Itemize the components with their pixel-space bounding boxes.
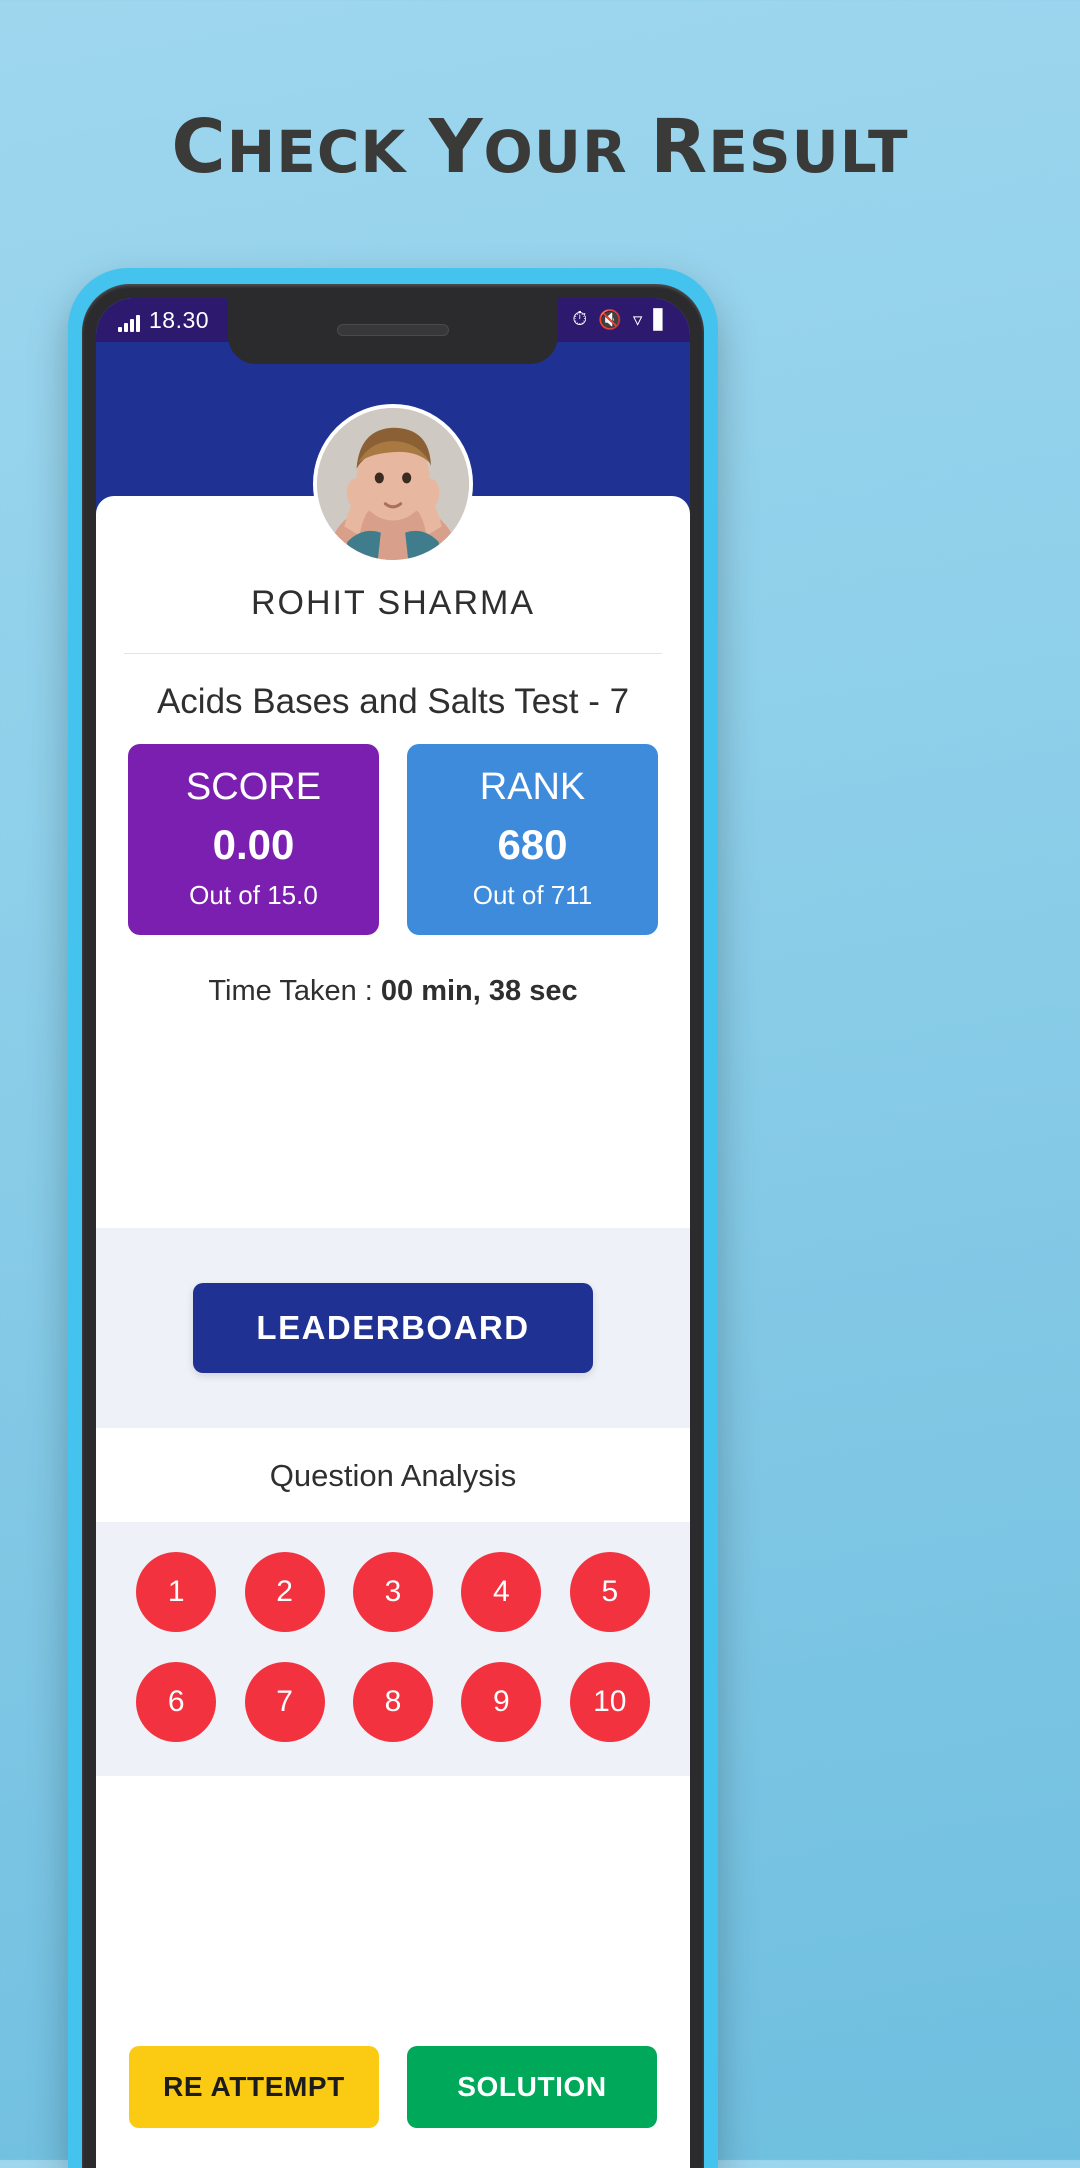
battery-icon: ▋ <box>653 309 668 331</box>
question-analysis-section: Question Analysis 1 2 3 4 5 6 7 8 9 10 <box>96 1428 690 1776</box>
time-taken-label: Time Taken : <box>208 974 381 1007</box>
re-attempt-button[interactable]: RE ATTEMPT <box>129 2046 379 2128</box>
bottom-action-bar: RE ATTEMPT SOLUTION <box>96 2020 690 2168</box>
headline-word-3: RESULT <box>650 104 909 190</box>
rank-total: Out of 711 <box>472 879 593 910</box>
question-analysis-grid: 1 2 3 4 5 6 7 8 9 10 <box>96 1522 690 1776</box>
question-bubble[interactable]: 9 <box>461 1662 542 1742</box>
rank-card: RANK 680 Out of 711 <box>407 744 658 935</box>
earpiece-speaker <box>337 324 449 336</box>
question-analysis-title: Question Analysis <box>269 1458 517 1493</box>
stat-row: SCORE 0.00 Out of 15.0 RANK 680 Out of 7… <box>96 744 690 935</box>
question-bubble[interactable]: 2 <box>244 1552 325 1632</box>
status-bar-time: 18.30 <box>149 306 210 333</box>
result-card: ROHIT SHARMA Acids Bases and Salts Test … <box>96 404 690 1032</box>
headline-word-2-cap: Y <box>428 104 484 190</box>
headline-word-2: YOUR <box>429 104 628 190</box>
question-bubble[interactable]: 3 <box>352 1552 433 1632</box>
headline-word-3-cap: R <box>650 104 709 190</box>
alarm-icon: ⏱ <box>572 309 588 330</box>
rank-label: RANK <box>479 766 586 808</box>
headline-word-2-rest: OUR <box>483 118 628 186</box>
rank-value: 680 <box>497 820 568 868</box>
headline-word-1: CHECK <box>171 104 407 190</box>
score-value: 0.00 <box>212 820 295 868</box>
mute-icon: 🔇 <box>598 310 622 331</box>
score-card: SCORE 0.00 Out of 15.0 <box>128 744 379 935</box>
score-label: SCORE <box>185 766 322 808</box>
question-bubble[interactable]: 1 <box>136 1552 217 1632</box>
test-title: Acids Bases and Salts Test - 7 <box>156 682 630 721</box>
question-bubble[interactable]: 10 <box>569 1662 650 1742</box>
time-taken: Time Taken : 00 min, 38 sec <box>96 935 690 1014</box>
solution-button[interactable]: SOLUTION <box>407 2046 657 2128</box>
phone-mockup: 18.30 ⏱ 🔇 ▿ ▋ ✕ ? <box>68 268 718 2168</box>
user-avatar <box>313 404 473 564</box>
promo-headline: CHECK YOUR RESULT <box>0 104 1080 190</box>
headline-word-1-cap: C <box>171 104 227 190</box>
status-bar-right: ⏱ 🔇 ▿ ▋ <box>572 308 668 332</box>
leaderboard-button[interactable]: LEADERBOARD <box>193 1283 593 1373</box>
avatar-illustration <box>317 408 469 560</box>
phone-bezel: 18.30 ⏱ 🔇 ▿ ▋ ✕ ? <box>82 284 704 2168</box>
signal-bars-icon <box>118 314 140 332</box>
phone-screen: 18.30 ⏱ 🔇 ▿ ▋ ✕ ? <box>96 298 690 2168</box>
leaderboard-section: LEADERBOARD <box>96 1228 690 1428</box>
wifi-icon: ▿ <box>632 309 643 331</box>
headline-word-1-rest: HECK <box>226 118 407 186</box>
headline-word-3-rest: ESULT <box>708 118 909 186</box>
question-bubble[interactable]: 5 <box>569 1552 650 1632</box>
status-bar-left: 18.30 <box>118 306 210 333</box>
question-bubble[interactable]: 6 <box>136 1662 217 1742</box>
score-total: Out of 15.0 <box>189 879 318 910</box>
time-taken-value: 00 min, 38 sec <box>380 974 578 1007</box>
question-bubble[interactable]: 8 <box>352 1662 433 1742</box>
question-bubble[interactable]: 4 <box>461 1552 542 1632</box>
question-bubble[interactable]: 7 <box>244 1662 325 1742</box>
